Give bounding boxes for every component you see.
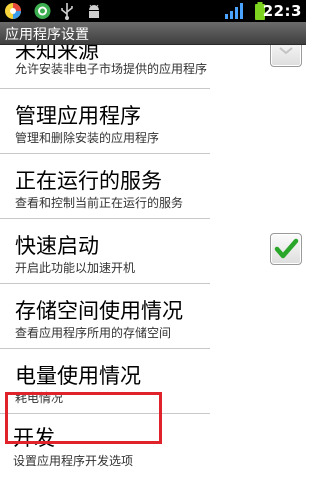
item-title: 正在运行的服务 (15, 169, 162, 193)
item-title: 管理应用程序 (15, 104, 141, 128)
browser-icon (34, 3, 51, 19)
item-subtitle: 管理和删除安装的应用程序 (15, 131, 160, 145)
item-title: 快速启动 (15, 234, 99, 258)
item-subtitle: 允许安装非电子市场提供的应用程序 (15, 62, 208, 76)
app-icon (5, 3, 21, 19)
signal-icon (225, 3, 243, 19)
chevron-down-icon (279, 47, 293, 55)
page-title: 应用程序设置 (5, 27, 89, 43)
item-subtitle: 查看和控制当前正在运行的服务 (15, 196, 184, 210)
checkmark-icon (274, 238, 299, 259)
highlight-box (5, 392, 162, 444)
usb-icon (61, 3, 73, 20)
item-subtitle: 开启此功能以加速开机 (15, 261, 136, 275)
list-item-fast-boot[interactable]: 快速启动 开启此功能以加速开机 (0, 219, 306, 283)
list-item-manage-applications[interactable]: 管理应用程序 管理和删除安装的应用程序 (0, 89, 306, 153)
list-item-running-services[interactable]: 正在运行的服务 查看和控制当前正在运行的服务 (0, 154, 306, 218)
fast-boot-checkbox[interactable] (270, 233, 302, 265)
item-title: 存储空间使用情况 (15, 299, 183, 323)
unknown-sources-checkbox[interactable] (270, 45, 302, 67)
list-item-storage-use[interactable]: 存储空间使用情况 查看应用程序所用的存储空间 (0, 284, 306, 348)
item-title: 电量使用情况 (15, 364, 141, 388)
item-subtitle: 查看应用程序所用的存储空间 (15, 326, 172, 340)
android-debug-icon (89, 4, 99, 18)
title-bar: 应用程序设置 (0, 22, 306, 45)
status-bar: 22:3 (0, 0, 306, 22)
clock: 22:3 (262, 2, 302, 20)
list-item-unknown-sources[interactable]: 未知来源 允许安装非电子市场提供的应用程序 (0, 45, 306, 85)
item-subtitle: 设置应用程序开发选项 (13, 454, 134, 468)
